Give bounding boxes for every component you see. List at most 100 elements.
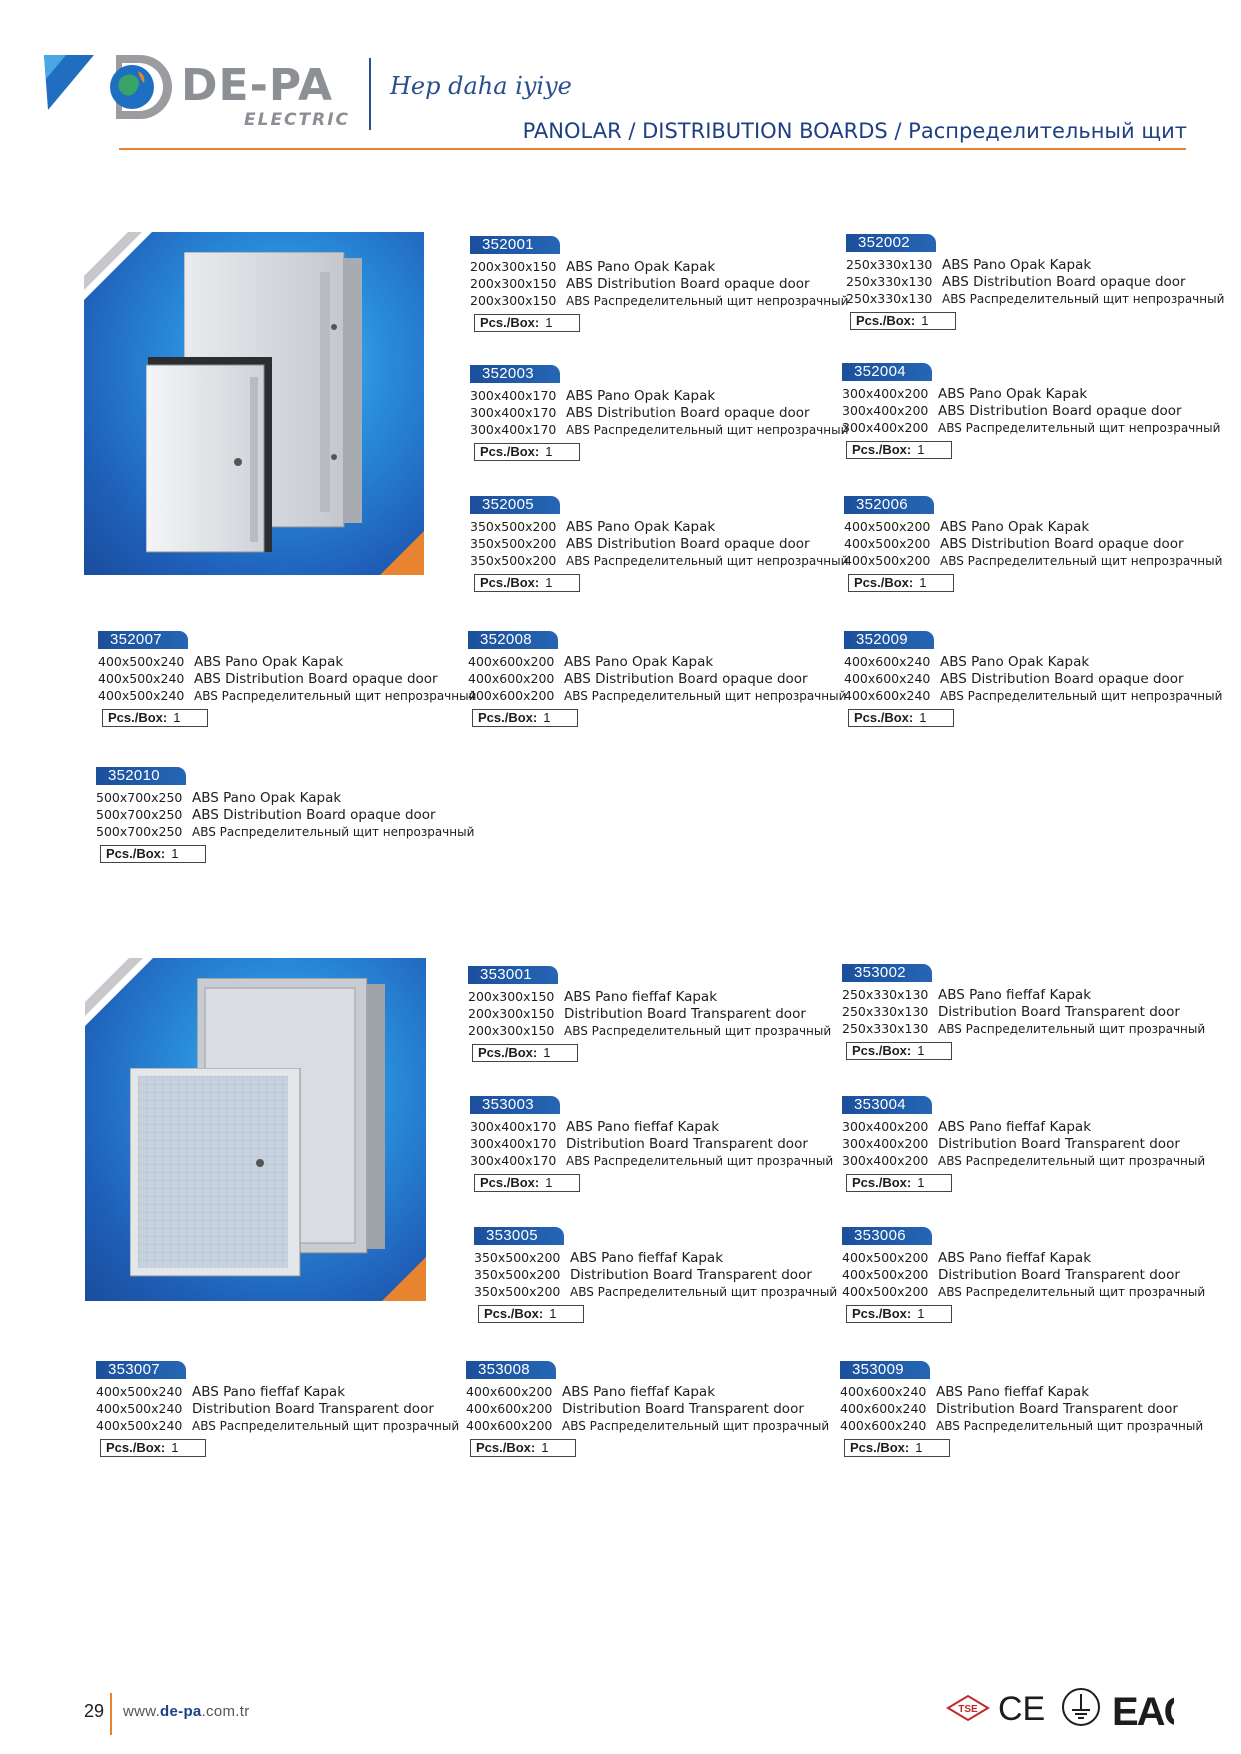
product-353006: 353006 400x500x200 ABS Pano fieffaf Kapak…: [842, 1227, 1205, 1323]
product-description-ru: ABS Распределительный щит непрозрачный: [566, 294, 849, 308]
product-dimensions: 500x700x250: [96, 824, 183, 839]
product-dimensions: 200x300x150: [470, 276, 557, 291]
pcs-label: Pcs./Box:: [478, 1045, 538, 1060]
website-domain: de-pa: [160, 1703, 202, 1720]
pcs-value: 1: [545, 575, 553, 590]
pcs-per-box: Pcs./Box: 1: [844, 1439, 950, 1457]
product-dimensions: 400x500x240: [98, 688, 185, 703]
pcs-label: Pcs./Box:: [852, 1306, 912, 1321]
pcs-value: 1: [549, 1306, 557, 1321]
product-dimensions: 400x500x240: [98, 671, 185, 686]
product-description-tr: ABS Pano fieffaf Kapak: [938, 1250, 1092, 1266]
product-352010: 352010 500x700x250 ABS Pano Opak Kapak 50…: [96, 767, 474, 863]
product-dimensions: 300x400x170: [470, 1119, 557, 1134]
brand-subtitle: ELECTRIC: [244, 110, 351, 130]
product-description-en: ABS Distribution Board opaque door: [566, 405, 810, 421]
product-dimensions: 400x500x240: [96, 1384, 183, 1399]
product-description-ru: ABS Распределительный щит прозрачный: [936, 1419, 1204, 1433]
logo-globe-icon: [110, 55, 172, 119]
product-dimensions: 300x400x170: [470, 405, 557, 420]
product-dimensions: 400x600x200: [466, 1418, 553, 1433]
product-dimensions: 300x400x200: [842, 1119, 929, 1134]
product-code: 352003: [470, 365, 560, 383]
product-dimensions: 400x600x200: [468, 671, 555, 686]
page-number: 29: [84, 1701, 105, 1721]
eac-mark-icon: EAC: [1112, 1690, 1174, 1730]
product-dimensions: 400x500x200: [842, 1250, 929, 1265]
product-code: 352001: [470, 236, 560, 254]
pcs-label: Pcs./Box:: [856, 313, 916, 328]
product-dimensions: 300x400x170: [470, 422, 557, 437]
product-code: 353003: [470, 1096, 560, 1114]
product-dimensions: 400x500x200: [844, 553, 931, 568]
product-code: 353007: [96, 1361, 186, 1379]
product-description-tr: ABS Pano Opak Kapak: [194, 654, 344, 670]
pcs-label: Pcs./Box:: [852, 442, 912, 457]
product-description-tr: ABS Pano Opak Kapak: [942, 257, 1092, 273]
product-description-en: Distribution Board Transparent door: [938, 1267, 1180, 1283]
product-dimensions: 400x500x200: [844, 519, 931, 534]
product-description-en: ABS Distribution Board opaque door: [566, 536, 810, 552]
pcs-label: Pcs./Box:: [484, 1306, 544, 1321]
product-description-ru: ABS Распределительный щит непрозрачный: [566, 554, 849, 568]
pcs-label: Pcs./Box:: [480, 444, 540, 459]
product-description-en: ABS Distribution Board opaque door: [940, 536, 1184, 552]
product-description-ru: ABS Распределительный щит непрозрачный: [192, 825, 475, 839]
product-dimensions: 350x500x200: [470, 519, 557, 534]
product-code: 353009: [840, 1361, 930, 1379]
product-352006: 352006 400x500x200 ABS Pano Opak Kapak 40…: [844, 496, 1222, 592]
product-dimensions: 250x330x130: [846, 274, 933, 289]
product-description-ru: ABS Распределительный щит непрозрачный: [940, 554, 1223, 568]
product-description-ru: ABS Распределительный щит непрозрачный: [194, 689, 477, 703]
product-code: 353004: [842, 1096, 932, 1114]
product-description-tr: ABS Pano Opak Kapak: [192, 790, 342, 806]
pcs-per-box: Pcs./Box: 1: [846, 1042, 952, 1060]
product-code: 353005: [474, 1227, 564, 1245]
product-description-tr: ABS Pano fieffaf Kapak: [938, 987, 1092, 1003]
product-description-en: ABS Distribution Board opaque door: [194, 671, 438, 687]
pcs-label: Pcs./Box:: [854, 710, 914, 725]
pcs-value: 1: [919, 575, 927, 590]
product-dimensions: 400x500x240: [96, 1418, 183, 1433]
pcs-per-box: Pcs./Box: 1: [102, 709, 208, 727]
product-description-en: Distribution Board Transparent door: [566, 1136, 808, 1152]
pcs-label: Pcs./Box:: [480, 1175, 540, 1190]
product-dimensions: 300x400x200: [842, 1153, 929, 1168]
pcs-value: 1: [917, 442, 925, 457]
product-description-ru: ABS Распределительный щит прозрачный: [564, 1024, 832, 1038]
product-description-en: Distribution Board Transparent door: [192, 1401, 434, 1417]
small-enclosure-illustration: [146, 357, 272, 553]
pcs-value: 1: [915, 1440, 923, 1455]
pcs-label: Pcs./Box:: [106, 1440, 166, 1455]
product-dimensions: 350x500x200: [470, 536, 557, 551]
product-description-tr: ABS Pano Opak Kapak: [940, 519, 1090, 535]
product-353007: 353007 400x500x240 ABS Pano fieffaf Kapak…: [96, 1361, 459, 1457]
product-dimensions: 250x330x130: [846, 257, 933, 272]
pcs-per-box: Pcs./Box: 1: [470, 1439, 576, 1457]
product-dimensions: 250x330x130: [842, 1004, 929, 1019]
pcs-value: 1: [921, 313, 929, 328]
slogan: Hep daha iyiye: [390, 72, 572, 100]
header-rule: [119, 148, 1186, 150]
product-code: 353008: [466, 1361, 556, 1379]
pcs-value: 1: [543, 1045, 551, 1060]
product-dimensions: 350x500x200: [474, 1284, 561, 1299]
website-prefix: www.: [123, 1703, 161, 1720]
product-dimensions: 300x400x200: [842, 1136, 929, 1151]
product-dimensions: 400x600x240: [840, 1418, 927, 1433]
page-title: PANOLAR / DISTRIBUTION BOARDS / Распреде…: [522, 119, 1187, 143]
product-352001: 352001 200x300x150 ABS Pano Opak Kapak 20…: [470, 236, 848, 332]
product-353002: 353002 250x330x130 ABS Pano fieffaf Kapak…: [842, 964, 1205, 1060]
product-352008: 352008 400x600x200 ABS Pano Opak Kapak 40…: [468, 631, 846, 727]
pcs-per-box: Pcs./Box: 1: [474, 1174, 580, 1192]
product-code: 352010: [96, 767, 186, 785]
product-dimensions: 400x500x240: [98, 654, 185, 669]
product-description-tr: ABS Pano fieffaf Kapak: [936, 1384, 1090, 1400]
product-description-ru: ABS Распределительный щит непрозрачный: [940, 689, 1223, 703]
product-description-ru: ABS Распределительный щит непрозрачный: [566, 423, 849, 437]
product-dimensions: 400x600x200: [468, 654, 555, 669]
website-link[interactable]: www.de-pa.com.tr: [123, 1704, 250, 1719]
certification-marks: TSE CE EAC: [946, 1688, 1174, 1730]
product-353009: 353009 400x600x240 ABS Pano fieffaf Kapak…: [840, 1361, 1204, 1457]
product-code: 353006: [842, 1227, 932, 1245]
